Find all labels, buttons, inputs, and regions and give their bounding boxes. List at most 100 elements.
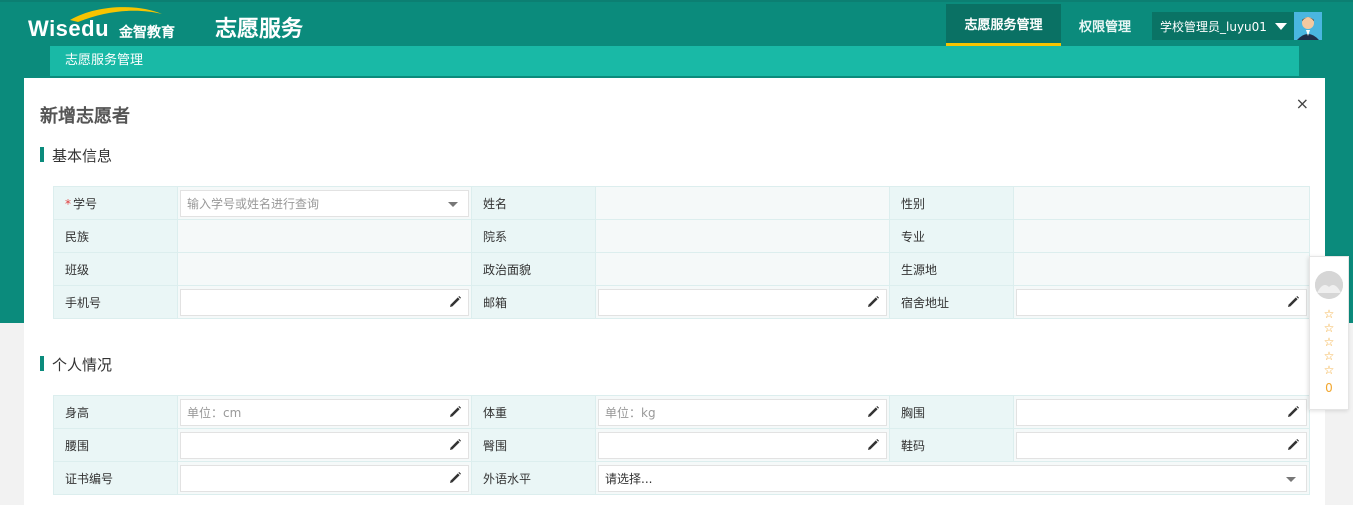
app-title: 志愿服务 — [215, 17, 304, 42]
origin-value — [1013, 252, 1310, 286]
height-input[interactable]: 单位：cm — [180, 398, 469, 426]
field-value: 单位：cm — [177, 395, 472, 429]
name-value — [595, 186, 890, 220]
chevron-down-icon[interactable] — [1274, 22, 1287, 30]
pencil-icon — [450, 295, 461, 307]
waist-input[interactable] — [180, 431, 469, 459]
field-label-gender: 性别 — [889, 186, 1014, 220]
pencil-icon — [868, 295, 879, 307]
section-personal-title: 个人情况 — [40, 354, 112, 375]
close-icon[interactable]: × — [1296, 94, 1309, 113]
gender-value — [1013, 186, 1310, 220]
major-value — [1013, 219, 1310, 253]
field-label-chest: 胸围 — [889, 395, 1014, 429]
wisedu-logo: Wisedu 金智教育 — [28, 7, 176, 42]
required-mark: * — [65, 196, 71, 211]
pencil-icon — [450, 471, 461, 483]
side-avatar — [1315, 271, 1343, 299]
table-row: 手机号 邮箱 宿舍地址 — [53, 285, 1310, 319]
field-label-certificate-no: 证书编号 — [53, 461, 178, 495]
dialog-title: 新增志愿者 — [40, 106, 130, 127]
field-label-weight: 体重 — [471, 395, 596, 429]
personal-info-table: 身高 单位：cm 体重 单位：kg 胸围 腰围 臀围 鞋码 证书编号 外语水平 … — [53, 395, 1310, 495]
field-label-political-status: 政治面貌 — [471, 252, 596, 286]
field-label-shoe-size: 鞋码 — [889, 428, 1014, 462]
chest-input[interactable] — [1016, 398, 1307, 426]
field-value — [177, 428, 472, 462]
field-label-student-id: * 学号 — [53, 186, 178, 220]
add-volunteer-dialog: 新增志愿者 × 基本信息 * 学号 输入学号或姓名进行查询 姓名 性别 民族 院系 — [24, 78, 1325, 505]
logo-text: Wisedu — [28, 16, 110, 41]
star-icon[interactable]: ☆ — [1324, 335, 1335, 349]
user-menu[interactable]: 学校管理员_luyu01 — [1152, 12, 1322, 40]
field-label-major: 专业 — [889, 219, 1014, 253]
user-avatar-icon — [1294, 12, 1322, 40]
language-level-select[interactable]: 请选择... — [598, 464, 1307, 492]
rating-count: 0 — [1325, 381, 1333, 395]
table-row: 身高 单位：cm 体重 单位：kg 胸围 — [53, 395, 1310, 429]
table-row: 证书编号 外语水平 请选择... — [53, 461, 1310, 495]
sub-navbar: 志愿服务管理 — [50, 46, 1299, 76]
field-label-hip: 臀围 — [471, 428, 596, 462]
certificate-no-input[interactable] — [180, 464, 469, 492]
pencil-icon — [450, 438, 461, 450]
field-label-waist: 腰围 — [53, 428, 178, 462]
dropdown-arrow-icon[interactable] — [1286, 476, 1296, 482]
pencil-icon — [1288, 295, 1299, 307]
field-value — [177, 461, 472, 495]
weight-input[interactable]: 单位：kg — [598, 398, 887, 426]
table-row: 民族 院系 专业 — [53, 219, 1310, 253]
star-icon[interactable]: ☆ — [1324, 349, 1335, 363]
field-label-email: 邮箱 — [471, 285, 596, 319]
pencil-icon — [868, 438, 879, 450]
height-placeholder: 单位：cm — [187, 405, 242, 420]
class-value — [177, 252, 472, 286]
field-value: 单位：kg — [595, 395, 890, 429]
dropdown-arrow-icon[interactable] — [448, 201, 458, 207]
student-id-placeholder: 输入学号或姓名进行查询 — [187, 196, 320, 211]
hip-input[interactable] — [598, 431, 887, 459]
field-label-dorm-address: 宿舍地址 — [889, 285, 1014, 319]
field-value — [1013, 428, 1310, 462]
basic-info-table: *学号 输入学号或姓名进行查询 姓名 性别 民族 院系 专业 班级 政治面貌 — [53, 186, 1310, 319]
email-input[interactable] — [598, 288, 887, 316]
field-label-language-level: 外语水平 — [471, 461, 596, 495]
pencil-icon — [868, 405, 879, 417]
field-label-department: 院系 — [471, 219, 596, 253]
student-id-select[interactable]: 输入学号或姓名进行查询 — [180, 189, 469, 217]
nav-permission-management[interactable]: 权限管理 — [1066, 4, 1144, 46]
section-basic-title: 基本信息 — [40, 145, 112, 166]
user-placeholder-icon — [1315, 271, 1343, 299]
phone-input[interactable] — [180, 288, 469, 316]
department-value — [595, 219, 890, 253]
rating-side-widget[interactable]: ☆ ☆ ☆ ☆ ☆ 0 — [1309, 256, 1349, 410]
field-label-class: 班级 — [53, 252, 178, 286]
field-value — [177, 285, 472, 319]
field-label-name: 姓名 — [471, 186, 596, 220]
logo-cn-text: 金智教育 — [119, 25, 176, 41]
field-value — [595, 285, 890, 319]
user-name: 学校管理员_luyu01 — [1160, 19, 1267, 34]
star-icon[interactable]: ☆ — [1324, 307, 1335, 321]
field-label-height: 身高 — [53, 395, 178, 429]
field-value: 输入学号或姓名进行查询 — [177, 186, 472, 220]
table-row: * 学号 输入学号或姓名进行查询 姓名 性别 — [53, 186, 1310, 220]
nav-volunteer-management[interactable]: 志愿服务管理 — [946, 4, 1061, 46]
field-label-origin: 生源地 — [889, 252, 1014, 286]
pencil-icon — [1288, 438, 1299, 450]
shoe-size-input[interactable] — [1016, 431, 1307, 459]
pencil-icon — [1288, 405, 1299, 417]
field-value — [1013, 285, 1310, 319]
field-label-ethnicity: 民族 — [53, 219, 178, 253]
dorm-address-input[interactable] — [1016, 288, 1307, 316]
field-value — [1013, 395, 1310, 429]
language-level-value: 请选择... — [605, 471, 653, 486]
table-row: 班级 政治面貌 生源地 — [53, 252, 1310, 286]
user-avatar[interactable] — [1294, 12, 1322, 40]
weight-placeholder: 单位：kg — [605, 405, 656, 420]
field-value: 请选择... — [595, 461, 1310, 495]
star-icon[interactable]: ☆ — [1324, 363, 1335, 377]
table-row: 腰围 臀围 鞋码 — [53, 428, 1310, 462]
star-icon[interactable]: ☆ — [1324, 321, 1335, 335]
field-label-phone: 手机号 — [53, 285, 178, 319]
